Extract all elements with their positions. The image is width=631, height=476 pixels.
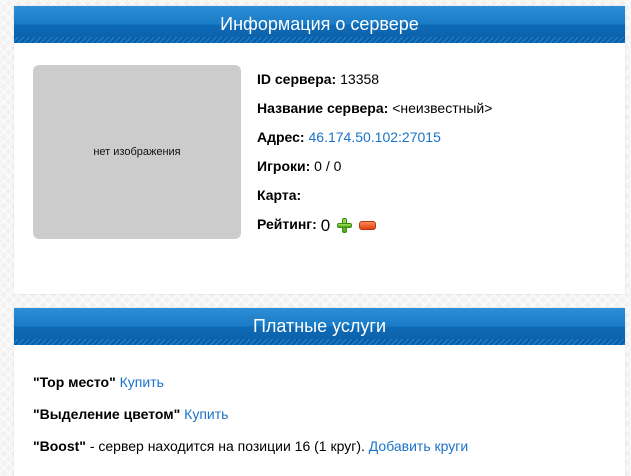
server-map-label: Карта: <box>257 187 302 203</box>
server-name-value: <неизвестный> <box>392 100 493 116</box>
server-id-value: 13358 <box>340 71 380 87</box>
service-top-row: "Top место" Купить <box>33 366 615 398</box>
server-info-panel: Информация о сервере нет изображения ID … <box>14 6 625 294</box>
service-top-name: "Top место" <box>33 374 116 390</box>
paid-services-panel: Платные услуги "Top место" Купить "Выдел… <box>14 308 625 476</box>
service-color-buy-link[interactable]: Купить <box>184 406 228 422</box>
service-boost-row: "Boost" - сервер находится на позиции 16… <box>33 430 615 462</box>
server-map-row: Карта: <box>257 181 615 210</box>
plus-icon[interactable] <box>337 217 353 233</box>
server-name-label: Название сервера: <box>257 100 389 116</box>
server-info-list: ID сервера: 13358 Название сервера: <неи… <box>257 65 615 239</box>
paid-services-header: Платные услуги <box>14 308 625 345</box>
server-players-row: Игроки: 0 / 0 <box>257 152 615 181</box>
server-players-label: Игроки: <box>257 158 311 174</box>
server-address-link[interactable]: 46.174.50.102:27015 <box>309 129 441 145</box>
server-rating-value: 0 <box>320 215 331 235</box>
server-address-row: Адрес: 46.174.50.102:27015 <box>257 123 615 152</box>
service-boost-text: - сервер находится на позиции 16 (1 круг… <box>85 438 369 454</box>
service-boost-name: "Boost" <box>33 438 86 454</box>
server-image-placeholder: нет изображения <box>33 65 241 239</box>
server-rating-label: Рейтинг: <box>257 216 317 232</box>
service-boost-add-laps-link[interactable]: Добавить круги <box>369 438 468 454</box>
minus-icon[interactable] <box>358 220 376 230</box>
server-players-value: 0 / 0 <box>314 158 342 174</box>
server-name-row: Название сервера: <неизвестный> <box>257 94 615 123</box>
server-id-row: ID сервера: 13358 <box>257 65 615 94</box>
service-color-row: "Выделение цветом" Купить <box>33 398 615 430</box>
service-top-buy-link[interactable]: Купить <box>120 374 164 390</box>
server-rating-row: Рейтинг: 0 <box>257 210 615 239</box>
server-info-header: Информация о сервере <box>14 6 625 43</box>
server-id-label: ID сервера: <box>257 71 337 87</box>
service-color-name: "Выделение цветом" <box>33 406 181 422</box>
no-image-text: нет изображения <box>93 146 181 158</box>
paid-services-list: "Top место" Купить "Выделение цветом" Ку… <box>33 366 615 462</box>
server-address-label: Адрес: <box>257 129 305 145</box>
